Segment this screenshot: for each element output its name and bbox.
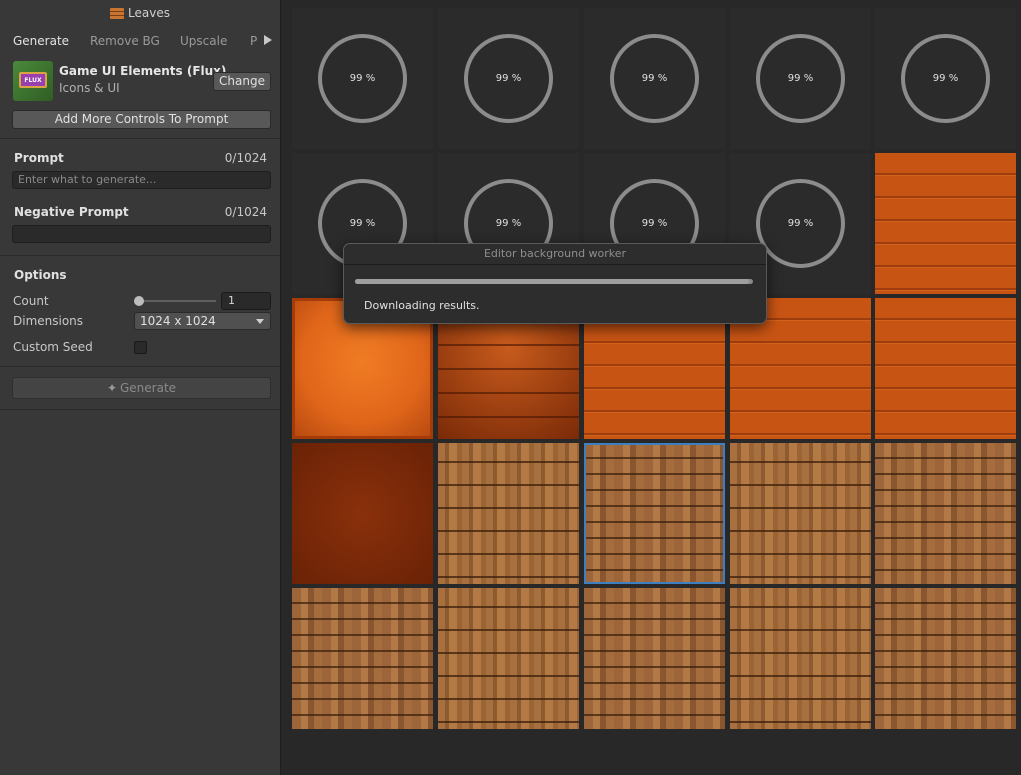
result-image-tile[interactable]	[292, 443, 433, 584]
sparkle-icon: ✦	[106, 381, 117, 395]
tab-bar: Generate Remove BG Upscale P	[0, 30, 280, 52]
tab-scroll-right-icon[interactable]	[264, 35, 272, 45]
prompt-counter: 0/1024	[224, 151, 267, 165]
progress-percent: 99 %	[495, 73, 522, 84]
result-image-tile[interactable]	[438, 588, 579, 729]
loading-tile[interactable]: 99 %	[584, 8, 725, 149]
divider	[0, 409, 280, 410]
add-controls-button[interactable]: Add More Controls To Prompt	[12, 110, 271, 129]
progress-ring: 99 %	[318, 34, 407, 123]
dimensions-value: 1024 x 1024	[140, 314, 216, 328]
wood-texture-icon	[110, 7, 125, 19]
prompt-input[interactable]: Enter what to generate...	[12, 171, 271, 189]
change-model-button[interactable]: Change	[213, 72, 271, 91]
progress-ring: 99 %	[464, 34, 553, 123]
left-panel: Leaves Generate Remove BG Upscale P FLUX…	[0, 0, 281, 775]
loading-tile[interactable]: 99 %	[730, 8, 871, 149]
count-slider-handle[interactable]	[134, 296, 144, 306]
tab-remove-bg[interactable]: Remove BG	[90, 30, 160, 52]
window-title-text: Leaves	[128, 6, 170, 20]
progress-percent: 99 %	[349, 73, 376, 84]
progress-percent: 99 %	[495, 218, 522, 229]
negative-prompt-input[interactable]	[12, 225, 271, 243]
result-image-tile[interactable]	[875, 443, 1016, 584]
result-image-tile[interactable]	[875, 153, 1016, 294]
negative-prompt-counter: 0/1024	[224, 205, 267, 219]
window-title: Leaves	[0, 0, 280, 26]
count-label: Count	[13, 294, 49, 308]
progress-percent: 99 %	[787, 218, 814, 229]
result-image-tile[interactable]	[292, 588, 433, 729]
model-subtitle: Icons & UI	[59, 81, 120, 95]
progress-percent: 99 %	[932, 73, 959, 84]
tab-generate[interactable]: Generate	[13, 30, 69, 52]
custom-seed-label: Custom Seed	[13, 340, 93, 354]
divider	[0, 366, 280, 367]
progress-ring: 99 %	[756, 34, 845, 123]
negative-prompt-label: Negative Prompt	[14, 205, 129, 219]
dialog-progress-fill	[355, 279, 750, 284]
generate-button-label: Generate	[120, 381, 177, 395]
model-thumbnail: FLUX	[13, 61, 53, 101]
result-image-tile[interactable]	[584, 443, 725, 584]
background-worker-dialog: Editor background worker Downloading res…	[343, 243, 767, 324]
progress-ring: 99 %	[756, 179, 845, 268]
dialog-title: Editor background worker	[344, 244, 766, 265]
result-image-tile[interactable]	[875, 298, 1016, 439]
prompt-label: Prompt	[14, 151, 64, 165]
progress-percent: 99 %	[349, 218, 376, 229]
result-image-tile[interactable]	[584, 588, 725, 729]
progress-ring: 99 %	[901, 34, 990, 123]
divider	[0, 255, 280, 256]
dialog-message: Downloading results.	[364, 299, 480, 312]
custom-seed-checkbox[interactable]	[134, 341, 147, 354]
loading-tile[interactable]: 99 %	[875, 8, 1016, 149]
tab-upscale[interactable]: Upscale	[180, 30, 227, 52]
result-image-tile[interactable]	[730, 443, 871, 584]
progress-percent: 99 %	[641, 218, 668, 229]
loading-tile[interactable]: 99 %	[438, 8, 579, 149]
progress-ring: 99 %	[610, 34, 699, 123]
chevron-down-icon	[256, 319, 264, 324]
divider	[0, 138, 280, 139]
generate-button[interactable]: ✦ Generate	[12, 377, 271, 399]
dimensions-select[interactable]: 1024 x 1024	[134, 312, 271, 330]
options-label: Options	[14, 268, 67, 282]
dimensions-label: Dimensions	[13, 314, 84, 328]
result-image-tile[interactable]	[875, 588, 1016, 729]
model-name: Game UI Elements (Flux)	[59, 64, 227, 78]
result-image-tile[interactable]	[438, 443, 579, 584]
dialog-progress-bar	[355, 279, 753, 284]
model-badge: FLUX	[19, 72, 47, 88]
loading-tile[interactable]: 99 %	[292, 8, 433, 149]
count-input[interactable]: 1	[221, 292, 271, 310]
tab-truncated[interactable]: P	[250, 30, 257, 52]
count-slider-track[interactable]	[138, 300, 216, 302]
result-image-tile[interactable]	[730, 588, 871, 729]
progress-percent: 99 %	[641, 73, 668, 84]
progress-percent: 99 %	[787, 73, 814, 84]
